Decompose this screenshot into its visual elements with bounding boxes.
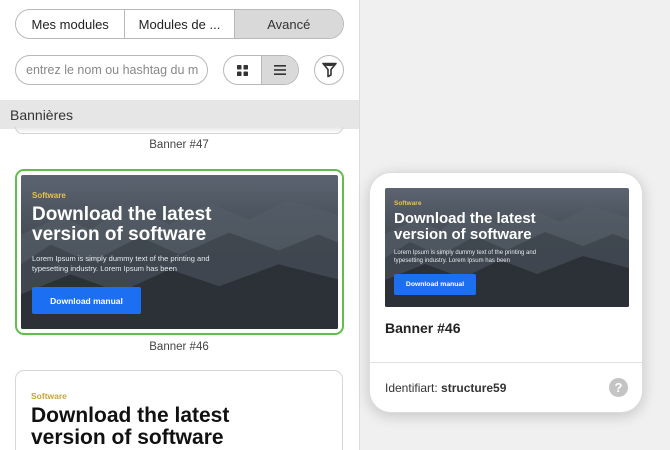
banner-text-line1: Lorem Ipsum is simply dummy text of the … bbox=[394, 250, 537, 256]
identifier-label: Identifiart: bbox=[385, 381, 442, 395]
banner-title-line1: Download the latest bbox=[31, 404, 230, 427]
banner-label: Software bbox=[394, 200, 422, 207]
banner-label: Software bbox=[32, 191, 66, 200]
module-tabs: Mes modules Modules de ... Avancé bbox=[15, 9, 344, 39]
divider bbox=[370, 362, 642, 363]
tab-modules-de[interactable]: Modules de ... bbox=[125, 10, 235, 38]
banner-title: Download the latest version of software bbox=[32, 205, 211, 245]
banner-text-line1: Lorem Ipsum is simply dummy text of the … bbox=[32, 254, 210, 263]
banner-title-line2: version of software bbox=[32, 223, 207, 245]
banner-card-45[interactable]: Software Download the latest version of … bbox=[15, 370, 343, 450]
banner-preview-thumbnail: Software Download the latest version of … bbox=[385, 188, 629, 307]
preview-image: Software Download the latest version of … bbox=[385, 188, 629, 307]
preview-title: Banner #46 bbox=[385, 320, 461, 336]
banner-title: Download the latest version of software bbox=[31, 404, 230, 450]
banner-text: Lorem Ipsum is simply dummy text of the … bbox=[394, 249, 536, 265]
banner-caption: Banner #46 bbox=[149, 341, 209, 353]
banner-title-line1: Download the latest bbox=[394, 210, 536, 227]
banner-title-line2: version of software bbox=[31, 426, 224, 450]
banner-caption: Banner #47 bbox=[149, 139, 209, 151]
identifier-value: structure59 bbox=[441, 381, 507, 395]
banner-text-line2: typesetting industry. Lorem Ipsum has be… bbox=[32, 264, 177, 274]
banner-thumbnail: Software Download the latest version of … bbox=[21, 175, 338, 329]
banner-title-line2: version of software bbox=[394, 225, 532, 243]
funnel-icon bbox=[321, 62, 337, 78]
download-manual-button: Download manual bbox=[32, 287, 141, 314]
view-toggle bbox=[223, 55, 299, 85]
banner-text: Lorem Ipsum is simply dummy text of the … bbox=[32, 254, 210, 274]
tab-avance[interactable]: Avancé bbox=[234, 10, 343, 38]
banner-card-46[interactable]: Software Download the latest version of … bbox=[15, 169, 344, 335]
grid-icon bbox=[236, 64, 248, 76]
banner-card-47[interactable] bbox=[15, 127, 343, 134]
help-icon[interactable]: ? bbox=[609, 378, 628, 397]
module-library-panel: Mes modules Modules de ... Avancé entrez… bbox=[0, 0, 360, 450]
banner-title: Download the latest version of software bbox=[394, 211, 536, 243]
banner-label: Software bbox=[31, 391, 67, 401]
list-icon bbox=[273, 65, 286, 75]
tab-mes-modules[interactable]: Mes modules bbox=[16, 10, 126, 38]
grid-view-button[interactable] bbox=[224, 56, 261, 84]
filter-button[interactable] bbox=[314, 55, 344, 85]
section-header-bannieres: Bannières bbox=[0, 100, 359, 129]
search-input[interactable]: entrez le nom ou hashtag du m bbox=[15, 55, 208, 85]
banner-title-line1: Download the latest bbox=[32, 204, 212, 225]
list-view-button[interactable] bbox=[260, 56, 298, 84]
banner-text-line2: typesetting industry. Lorem Ipsum has be… bbox=[394, 258, 510, 265]
preview-identifier: Identifiart: structure59 bbox=[385, 381, 506, 395]
banner-preview-popover: Software Download the latest version of … bbox=[369, 172, 643, 413]
download-manual-button: Download manual bbox=[394, 274, 476, 295]
